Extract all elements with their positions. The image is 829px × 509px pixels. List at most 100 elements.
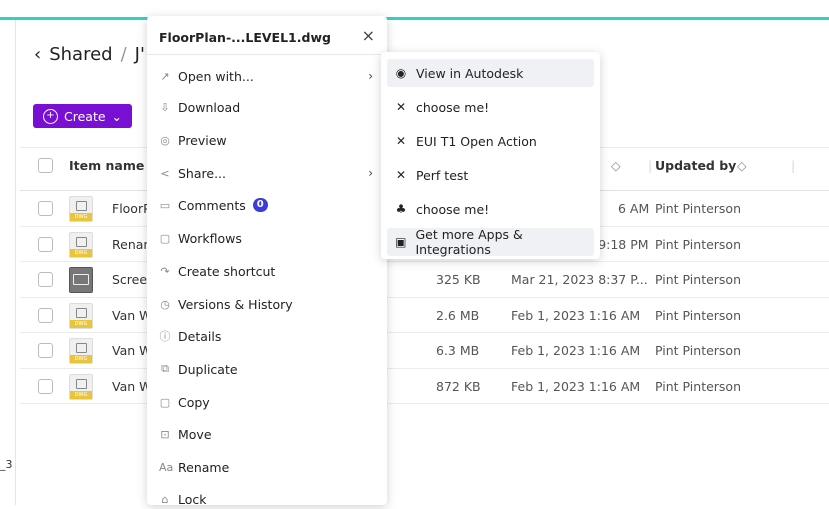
create-button[interactable]: + Create ⌄	[33, 104, 133, 128]
versions-history-icon: ◷	[160, 297, 170, 311]
chevron-down-icon: ⌄	[111, 108, 123, 124]
menu-item-label: Copy	[178, 394, 210, 410]
row-checkbox[interactable]	[38, 272, 53, 287]
menu-item-label: Preview	[178, 132, 227, 148]
table-row[interactable]: DWG Van W 6.3 MB Feb 1, 2023 1:16 AM Pint Pi…	[20, 333, 829, 369]
file-updated-by: Pint Pinterson	[655, 201, 742, 216]
file-glyph-icon	[76, 236, 87, 247]
file-badge: DWG	[70, 390, 92, 399]
file-type-icon: DWG	[69, 196, 93, 222]
comments-count-badge: 0	[252, 198, 268, 212]
share-icon: <	[160, 166, 170, 180]
row-checkbox[interactable]	[38, 236, 53, 252]
breadcrumb-current: J'	[134, 44, 145, 65]
sort-icon[interactable]: ◇	[611, 158, 621, 173]
menu-item-comments[interactable]: ▭ Comments 0	[159, 195, 375, 215]
open-with-icon: ↗	[160, 69, 170, 83]
file-glyph-icon	[76, 201, 87, 211]
create-shortcut-icon: ↷	[160, 264, 170, 278]
file-name[interactable]: Van W	[112, 308, 152, 323]
divider	[147, 54, 387, 55]
menu-item-details[interactable]: ⓘ Details	[159, 326, 375, 346]
apps-icon: ▣	[395, 235, 407, 249]
move-icon: ⊡	[160, 427, 170, 441]
select-all-checkbox[interactable]	[38, 158, 53, 173]
sort-icon[interactable]: ◇	[737, 158, 747, 173]
file-name[interactable]: Van W	[112, 379, 152, 394]
row-checkbox[interactable]	[38, 307, 53, 323]
submenu-item-label: View in Autodesk	[416, 65, 524, 81]
tools-icon: ✕	[395, 134, 407, 148]
file-size: 2.6 MB	[436, 307, 480, 323]
file-size: 872 KB	[436, 378, 481, 394]
chevron-right-icon: ›	[368, 166, 373, 180]
submenu-item-choose-me-2[interactable]: ♣ choose me!	[387, 195, 594, 223]
submenu-item-get-more-apps[interactable]: ▣ Get more Apps & Integrations	[387, 227, 594, 257]
file-glyph-icon	[76, 307, 87, 318]
submenu-item-label: Perf test	[416, 167, 469, 183]
breadcrumb-shared[interactable]: Shared	[49, 44, 112, 65]
file-modified: Feb 1, 2023 1:16 AM	[511, 378, 641, 394]
file-modified: Feb 1, 2023 1:16 AM	[511, 343, 641, 358]
file-badge: DWG	[70, 319, 92, 328]
copy-icon: ▢	[159, 395, 171, 409]
row-checkbox[interactable]	[38, 378, 53, 394]
download-icon: ⇩	[160, 100, 170, 114]
menu-item-open-with[interactable]: ↗ Open with... ›	[159, 66, 375, 86]
file-badge: DWG	[70, 355, 92, 363]
column-header-updated-by[interactable]: Updated by	[655, 158, 736, 173]
create-button-label: Create	[64, 108, 106, 124]
file-name[interactable]: Renan	[112, 237, 151, 252]
row-checkbox[interactable]	[38, 201, 53, 216]
menu-item-rename[interactable]: Aa Rename	[159, 457, 375, 477]
rename-icon: Aa	[159, 460, 174, 474]
submenu-item-eui-t1-open-action[interactable]: ✕ EUI T1 Open Action	[387, 127, 594, 155]
menu-item-label: Download	[178, 99, 241, 115]
submenu-item-view-in-autodesk[interactable]: ◉ View in Autodesk	[387, 59, 594, 87]
back-icon[interactable]: ‹	[34, 44, 41, 65]
table-row[interactable]: Screer 325 KB Mar 21, 2023 8:37 P... Pint P…	[20, 262, 829, 298]
menu-item-label: Versions & History	[178, 296, 293, 312]
file-type-icon: DWG	[69, 302, 93, 329]
menu-item-move[interactable]: ⊡ Move	[159, 424, 375, 444]
menu-item-label: Open with...	[178, 68, 254, 84]
file-name[interactable]: FloorP	[112, 201, 151, 216]
menu-item-versions-history[interactable]: ◷ Versions & History	[159, 294, 375, 314]
menu-item-label: Share...	[178, 165, 226, 181]
file-badge: DWG	[70, 248, 92, 257]
table-row[interactable]: DWG Van W 2.6 MB Feb 1, 2023 1:16 AM Pint Pi…	[20, 298, 829, 333]
close-icon[interactable]: ×	[362, 26, 375, 45]
tools-icon: ✕	[395, 168, 407, 182]
table-row[interactable]: DWG Van W 872 KB Feb 1, 2023 1:16 AM Pint Pi…	[20, 369, 829, 404]
open-with-submenu: ◉ View in Autodesk ✕ choose me! ✕ EUI T1 Open…	[381, 52, 600, 259]
submenu-item-label: EUI T1 Open Action	[416, 133, 537, 149]
submenu-item-label: choose me!	[416, 99, 490, 115]
submenu-item-perf-test[interactable]: ✕ Perf test	[387, 161, 594, 189]
duplicate-icon: ⧉	[161, 362, 169, 375]
breadcrumb-separator: /	[120, 44, 127, 65]
menu-item-workflows[interactable]: ▢ Workflows	[159, 228, 375, 248]
file-type-icon	[69, 267, 93, 293]
file-type-icon: DWG	[69, 338, 93, 364]
file-updated-by: Pint Pinterson	[655, 272, 742, 287]
details-icon: ⓘ	[159, 330, 171, 343]
file-updated-by: Pint Pinterson	[655, 378, 742, 394]
menu-item-download[interactable]: ⇩ Download	[159, 97, 375, 117]
menu-item-label: Duplicate	[178, 361, 238, 377]
submenu-item-choose-me[interactable]: ✕ choose me!	[387, 93, 594, 121]
row-checkbox[interactable]	[38, 343, 53, 358]
submenu-item-label: Get more Apps & Integrations	[415, 227, 523, 257]
workflows-icon: ▢	[159, 231, 171, 245]
column-header-name[interactable]: Item name	[69, 158, 144, 173]
menu-item-label: Details	[178, 328, 222, 344]
file-name[interactable]: Van W	[112, 343, 152, 358]
file-updated-by: Pint Pinterson	[655, 236, 742, 252]
menu-item-share[interactable]: < Share... ›	[159, 163, 375, 183]
menu-item-duplicate[interactable]: ⧉ Duplicate	[159, 359, 375, 379]
top-accent-bar	[0, 17, 829, 20]
menu-item-preview[interactable]: ◎ Preview	[159, 130, 375, 150]
menu-item-create-shortcut[interactable]: ↷ Create shortcut	[159, 261, 375, 281]
menu-item-lock[interactable]: ⌂ Lock	[159, 489, 375, 509]
menu-item-copy[interactable]: ▢ Copy	[159, 392, 375, 412]
menu-item-label: Rename	[178, 459, 230, 475]
